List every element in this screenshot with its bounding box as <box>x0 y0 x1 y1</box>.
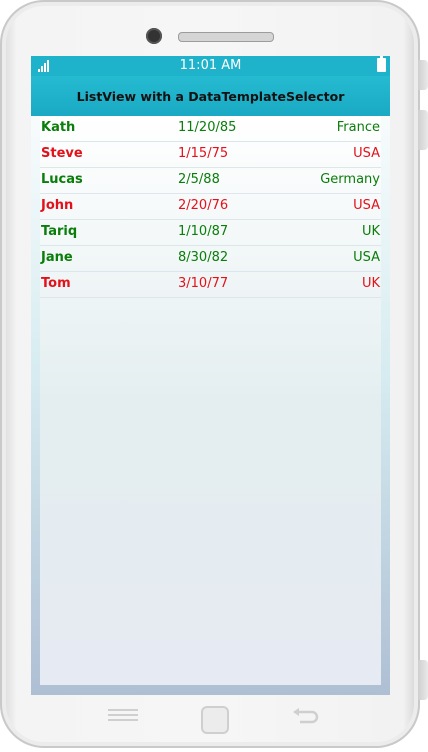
list-item[interactable]: Lucas 2/5/88 Germany <box>40 168 381 194</box>
person-country: UK <box>361 276 380 291</box>
person-dob: 1/10/87 <box>178 224 229 239</box>
person-name: Jane <box>41 250 73 265</box>
person-name: Steve <box>41 146 83 161</box>
person-dob: 2/5/88 <box>178 172 220 187</box>
person-country: USA <box>353 146 380 161</box>
page-title: ListView with a DataTemplateSelector <box>76 88 345 104</box>
home-icon[interactable] <box>201 706 229 734</box>
person-country: France <box>336 120 380 135</box>
list-item[interactable]: John 2/20/76 USA <box>40 194 381 220</box>
person-dob: 2/20/76 <box>178 198 229 213</box>
battery-icon <box>377 56 386 72</box>
person-dob: 1/15/75 <box>178 146 229 161</box>
speaker-grille <box>178 32 274 42</box>
power-button <box>418 660 428 700</box>
list-item[interactable]: Jane 8/30/82 USA <box>40 246 381 272</box>
status-bar: 11:01 AM <box>31 56 390 76</box>
phone-frame: 11:01 AM ListView with a DataTemplateSel… <box>0 0 428 748</box>
person-name: Tariq <box>41 224 78 239</box>
person-name: Lucas <box>41 172 83 187</box>
person-dob: 8/30/82 <box>178 250 229 265</box>
volume-down-button <box>418 110 428 150</box>
person-dob: 11/20/85 <box>178 120 237 135</box>
person-name: Tom <box>41 276 71 291</box>
person-country: USA <box>353 250 380 265</box>
list-item[interactable]: Tom 3/10/77 UK <box>40 272 381 298</box>
volume-up-button <box>418 60 428 90</box>
person-name: Kath <box>41 120 76 135</box>
menu-icon[interactable] <box>108 706 138 728</box>
list-item[interactable]: Kath 11/20/85 France <box>40 116 381 142</box>
list-view[interactable]: Kath 11/20/85 France Steve 1/15/75 USA L… <box>40 116 381 685</box>
list-item[interactable]: Steve 1/15/75 USA <box>40 142 381 168</box>
screen: 11:01 AM ListView with a DataTemplateSel… <box>31 56 390 695</box>
list-item[interactable]: Tariq 1/10/87 UK <box>40 220 381 246</box>
navigation-bar: ListView with a DataTemplateSelector <box>31 76 390 116</box>
person-name: John <box>41 198 74 213</box>
status-time: 11:01 AM <box>179 58 242 73</box>
front-camera-icon <box>146 28 162 44</box>
person-country: USA <box>353 198 380 213</box>
person-country: UK <box>361 224 380 239</box>
back-icon[interactable] <box>290 706 320 728</box>
person-country: Germany <box>320 172 380 187</box>
person-dob: 3/10/77 <box>178 276 229 291</box>
